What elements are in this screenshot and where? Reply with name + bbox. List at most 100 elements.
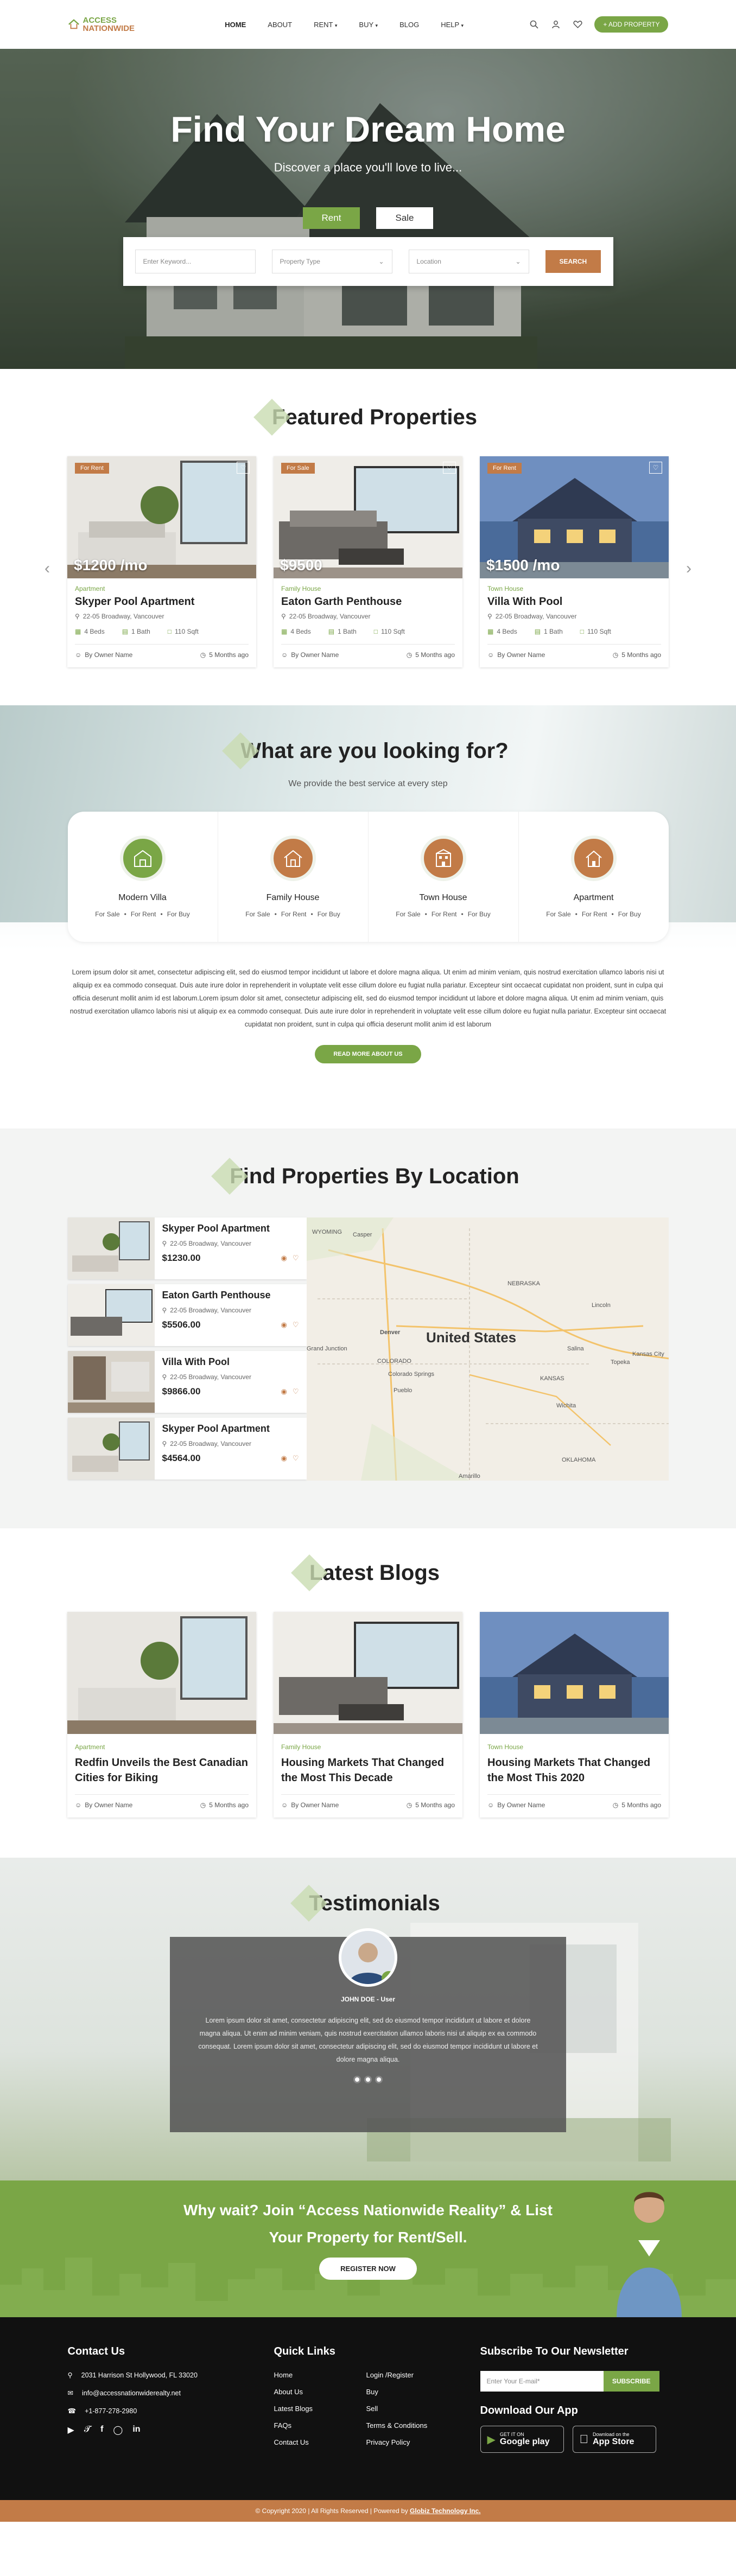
heart-icon[interactable]: ♡ (443, 462, 456, 474)
nav-blog[interactable]: BLOG (399, 21, 419, 29)
for-buy-link[interactable]: For Buy (618, 910, 641, 918)
nav-about[interactable]: ABOUT (268, 21, 292, 29)
property-title[interactable]: Skyper Pool Apartment (162, 1223, 299, 1234)
property-title[interactable]: Eaton Garth Penthouse (281, 596, 455, 608)
property-card[interactable]: For Sale ♡ $9500 Family House Eaton Gart… (274, 456, 462, 667)
heart-icon[interactable]: ♡ (293, 1254, 299, 1263)
for-rent-link[interactable]: For Rent (131, 910, 156, 918)
nav-help[interactable]: HELP ▾ (441, 21, 464, 29)
logo[interactable]: ACCESS NATIONWIDE (68, 16, 135, 33)
area-icon: □ (580, 628, 584, 635)
category-town-house[interactable]: Town House For Sale • For Rent • For Buy (369, 812, 519, 942)
footer-link[interactable]: FAQs (274, 2421, 366, 2430)
category-modern-villa[interactable]: Modern Villa For Sale • For Rent • For Buy (68, 812, 218, 942)
svg-text:Pueblo: Pueblo (394, 1387, 412, 1394)
property-type-select[interactable]: Property Type ⌄ (271, 250, 392, 273)
blog-card[interactable]: Town House Housing Markets That Changed … (480, 1612, 669, 1818)
youtube-icon[interactable]: ▶ (68, 2425, 74, 2435)
prev-arrow-icon[interactable]: ‹ (45, 559, 50, 578)
list-item[interactable]: Eaton Garth Penthouse ⚲ 22-05 Broadway, V… (67, 1284, 307, 1346)
eye-icon[interactable]: ◉ (281, 1454, 287, 1463)
for-rent-link[interactable]: For Rent (432, 910, 457, 918)
property-title[interactable]: Villa With Pool (162, 1356, 299, 1368)
facebook-icon[interactable]: f (100, 2425, 103, 2435)
footer-link[interactable]: Terms & Conditions (366, 2421, 459, 2430)
for-sale-link[interactable]: For Sale (546, 910, 570, 918)
eye-icon[interactable]: ◉ (281, 1321, 287, 1329)
location-select[interactable]: Location ⌄ (408, 250, 529, 273)
category-family-house[interactable]: Family House For Sale • For Rent • For Buy (218, 812, 369, 942)
tab-sale[interactable]: Sale (376, 207, 433, 229)
blog-card[interactable]: Apartment Redfin Unveils the Best Canadi… (67, 1612, 256, 1818)
nav-home[interactable]: HOME (225, 21, 246, 29)
for-sale-link[interactable]: For Sale (396, 910, 420, 918)
property-thumbnail (67, 1217, 155, 1279)
for-buy-link[interactable]: For Buy (318, 910, 340, 918)
property-title[interactable]: Eaton Garth Penthouse (162, 1290, 299, 1301)
for-rent-link[interactable]: For Rent (582, 910, 607, 918)
for-sale-link[interactable]: For Sale (95, 910, 119, 918)
list-item[interactable]: Villa With Pool ⚲ 22-05 Broadway, Vancouv… (67, 1351, 307, 1413)
read-more-button[interactable]: READ MORE ABOUT US (315, 1045, 421, 1063)
user-icon[interactable] (551, 20, 561, 29)
footer-link[interactable]: Buy (366, 2388, 459, 2396)
baths-count: 1 Bath (544, 628, 563, 635)
map-pin-icon: ⚲ (162, 1373, 167, 1381)
list-item[interactable]: Skyper Pool Apartment ⚲ 22-05 Broadway, V… (67, 1217, 307, 1279)
for-rent-link[interactable]: For Rent (281, 910, 307, 918)
footer-phone[interactable]: +1-877-278-2980 (85, 2407, 137, 2415)
for-sale-link[interactable]: For Sale (245, 910, 270, 918)
newsletter-email-input[interactable]: Enter Your E-mail* (480, 2371, 604, 2392)
instagram-icon[interactable]: ◯ (113, 2425, 123, 2435)
heart-icon[interactable]: ♡ (293, 1321, 299, 1329)
footer-link[interactable]: Privacy Policy (366, 2438, 459, 2446)
eye-icon[interactable]: ◉ (281, 1387, 287, 1396)
subscribe-button[interactable]: SUBSCRIBE (603, 2371, 659, 2392)
property-map[interactable]: United States WYOMING Casper NEBRASKA De… (306, 1217, 669, 1481)
blog-title[interactable]: Housing Markets That Changed the Most Th… (281, 1755, 455, 1786)
search-button[interactable]: SEARCH (545, 250, 601, 273)
footer-link[interactable]: Home (274, 2371, 366, 2379)
eye-icon[interactable]: ◉ (281, 1254, 287, 1263)
blog-title[interactable]: Redfin Unveils the Best Canadian Cities … (75, 1755, 249, 1786)
twitter-icon[interactable]: 𝓣 (84, 2425, 91, 2435)
google-play-button[interactable]: ▶ GET IT ON Google play (480, 2426, 564, 2453)
heart-icon[interactable]: ♡ (649, 462, 662, 474)
heart-icon[interactable]: ♡ (293, 1387, 299, 1396)
nav-rent[interactable]: RENT ▾ (314, 21, 337, 29)
list-item[interactable]: Skyper Pool Apartment ⚲ 22-05 Broadway, V… (67, 1418, 307, 1480)
blog-title[interactable]: Housing Markets That Changed the Most Th… (487, 1755, 661, 1786)
register-now-button[interactable]: REGISTER NOW (319, 2258, 417, 2280)
for-buy-link[interactable]: For Buy (468, 910, 491, 918)
property-title[interactable]: Skyper Pool Apartment (162, 1423, 299, 1434)
category-apartment[interactable]: Apartment For Sale • For Rent • For Buy (519, 812, 669, 942)
blog-card[interactable]: Family House Housing Markets That Change… (274, 1612, 462, 1818)
app-store-button[interactable]: Download on theApp Store (572, 2426, 656, 2453)
footer-link[interactable]: Sell (366, 2405, 459, 2413)
carousel-dot[interactable] (375, 2076, 383, 2083)
nav-buy[interactable]: BUY ▾ (359, 21, 378, 29)
footer-link[interactable]: Login /Register (366, 2371, 459, 2379)
property-card[interactable]: For Rent ♡ $1200 /mo Apartment Skyper Po… (67, 456, 256, 667)
heart-icon[interactable]: ♡ (293, 1454, 299, 1463)
footer-link[interactable]: Latest Blogs (274, 2405, 366, 2413)
carousel-dot[interactable] (364, 2076, 372, 2083)
heart-icon[interactable] (573, 20, 582, 29)
carousel-dot[interactable] (353, 2076, 361, 2083)
tab-rent[interactable]: Rent (303, 207, 360, 229)
property-title[interactable]: Villa With Pool (487, 596, 661, 608)
add-property-button[interactable]: + ADD PROPERTY (594, 16, 669, 33)
property-card[interactable]: For Rent ♡ $1500 /mo Town House Villa Wi… (480, 456, 669, 667)
linkedin-icon[interactable]: in (132, 2425, 140, 2435)
for-buy-link[interactable]: For Buy (167, 910, 190, 918)
property-title[interactable]: Skyper Pool Apartment (75, 596, 249, 608)
powered-by-link[interactable]: Globiz Technology Inc. (410, 2507, 480, 2515)
search-icon[interactable] (529, 20, 539, 29)
category-name: Family House (266, 893, 320, 902)
footer-link[interactable]: About Us (274, 2388, 366, 2396)
keyword-input[interactable]: Enter Keyword... (135, 250, 256, 273)
footer-link[interactable]: Contact Us (274, 2438, 366, 2446)
next-arrow-icon[interactable]: › (686, 559, 691, 578)
footer-email[interactable]: info@accessnationwiderealty.net (82, 2389, 181, 2397)
heart-icon[interactable]: ♡ (237, 462, 250, 474)
